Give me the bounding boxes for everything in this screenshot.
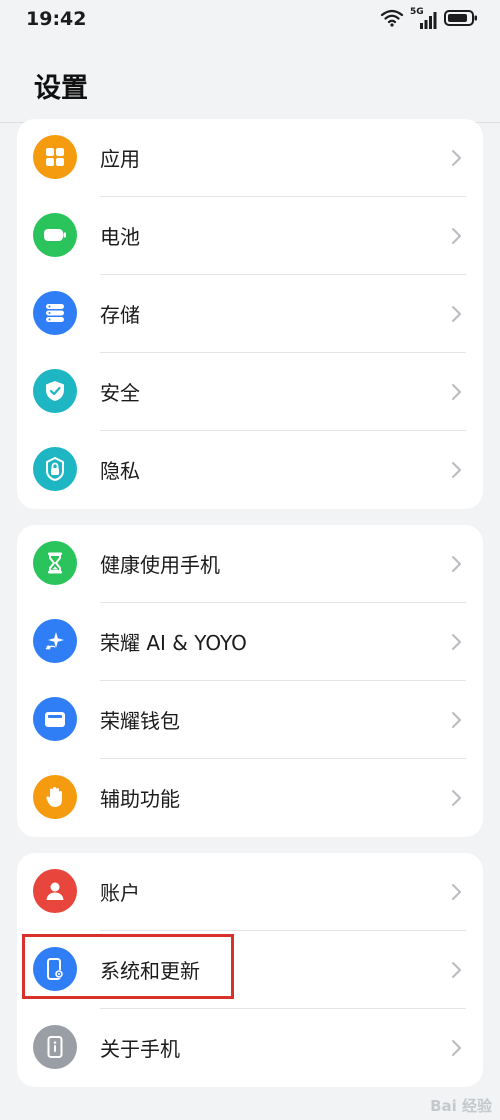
hand-icon	[33, 775, 77, 819]
settings-item-battery[interactable]: 电池	[17, 197, 483, 275]
chevron-right-icon	[447, 382, 465, 402]
settings-item-label: 荣耀钱包	[100, 709, 180, 733]
settings-item-privacy[interactable]: 隐私	[17, 431, 483, 509]
settings-item-label: 辅助功能	[100, 787, 180, 811]
settings-item-account[interactable]: 账户	[17, 853, 483, 931]
title-bar: 设置	[0, 40, 500, 122]
watermark: Bai 经验	[430, 1097, 492, 1115]
status-bar: 19:42 5G	[0, 0, 500, 40]
chevron-right-icon	[447, 1038, 465, 1058]
highlight-box	[22, 934, 234, 999]
privacy-lock-icon	[33, 447, 77, 491]
settings-item-digital-balance[interactable]: 健康使用手机	[17, 525, 483, 603]
settings-item-label: 关于手机	[100, 1037, 180, 1061]
settings-item-label: 荣耀 AI & YOYO	[100, 631, 247, 655]
apps-grid-icon	[33, 135, 77, 179]
status-time: 19:42	[26, 8, 87, 30]
settings-item-label: 健康使用手机	[100, 553, 220, 577]
cellular-signal-icon: 5G	[410, 7, 438, 30]
phone-info-icon	[33, 1025, 77, 1069]
settings-group-services: 健康使用手机 荣耀 AI & YOYO 荣耀钱包 辅助功能	[17, 525, 483, 837]
settings-item-label: 存储	[100, 303, 140, 327]
settings-item-apps[interactable]: 应用	[17, 119, 483, 197]
shield-check-icon	[33, 369, 77, 413]
status-icons: 5G	[380, 7, 478, 31]
settings-item-storage[interactable]: 存储	[17, 275, 483, 353]
chevron-right-icon	[447, 882, 465, 902]
settings-item-about-phone[interactable]: 关于手机	[17, 1009, 483, 1087]
battery-icon	[33, 213, 77, 257]
settings-item-label: 账户	[100, 881, 140, 905]
chevron-right-icon	[447, 304, 465, 324]
chevron-right-icon	[447, 710, 465, 730]
wallet-icon	[33, 697, 77, 741]
chevron-right-icon	[447, 148, 465, 168]
user-icon	[33, 869, 77, 913]
chevron-right-icon	[447, 960, 465, 980]
page-title: 设置	[34, 73, 88, 104]
settings-group-system: 应用 电池 存储 安全 隐私	[17, 119, 483, 509]
settings-item-label: 电池	[100, 225, 140, 249]
chevron-right-icon	[447, 554, 465, 574]
settings-item-wallet[interactable]: 荣耀钱包	[17, 681, 483, 759]
settings-item-accessibility[interactable]: 辅助功能	[17, 759, 483, 837]
storage-icon	[33, 291, 77, 335]
settings-item-security[interactable]: 安全	[17, 353, 483, 431]
settings-item-ai-yoyo[interactable]: 荣耀 AI & YOYO	[17, 603, 483, 681]
chevron-right-icon	[447, 460, 465, 480]
chevron-right-icon	[447, 788, 465, 808]
battery-icon	[444, 9, 478, 31]
settings-item-label: 隐私	[100, 459, 140, 483]
settings-item-label: 应用	[100, 147, 140, 171]
settings-item-label: 安全	[100, 381, 140, 405]
wifi-icon	[380, 9, 404, 31]
ai-sparkle-icon	[33, 619, 77, 663]
hourglass-icon	[33, 541, 77, 585]
chevron-right-icon	[447, 632, 465, 652]
chevron-right-icon	[447, 226, 465, 246]
